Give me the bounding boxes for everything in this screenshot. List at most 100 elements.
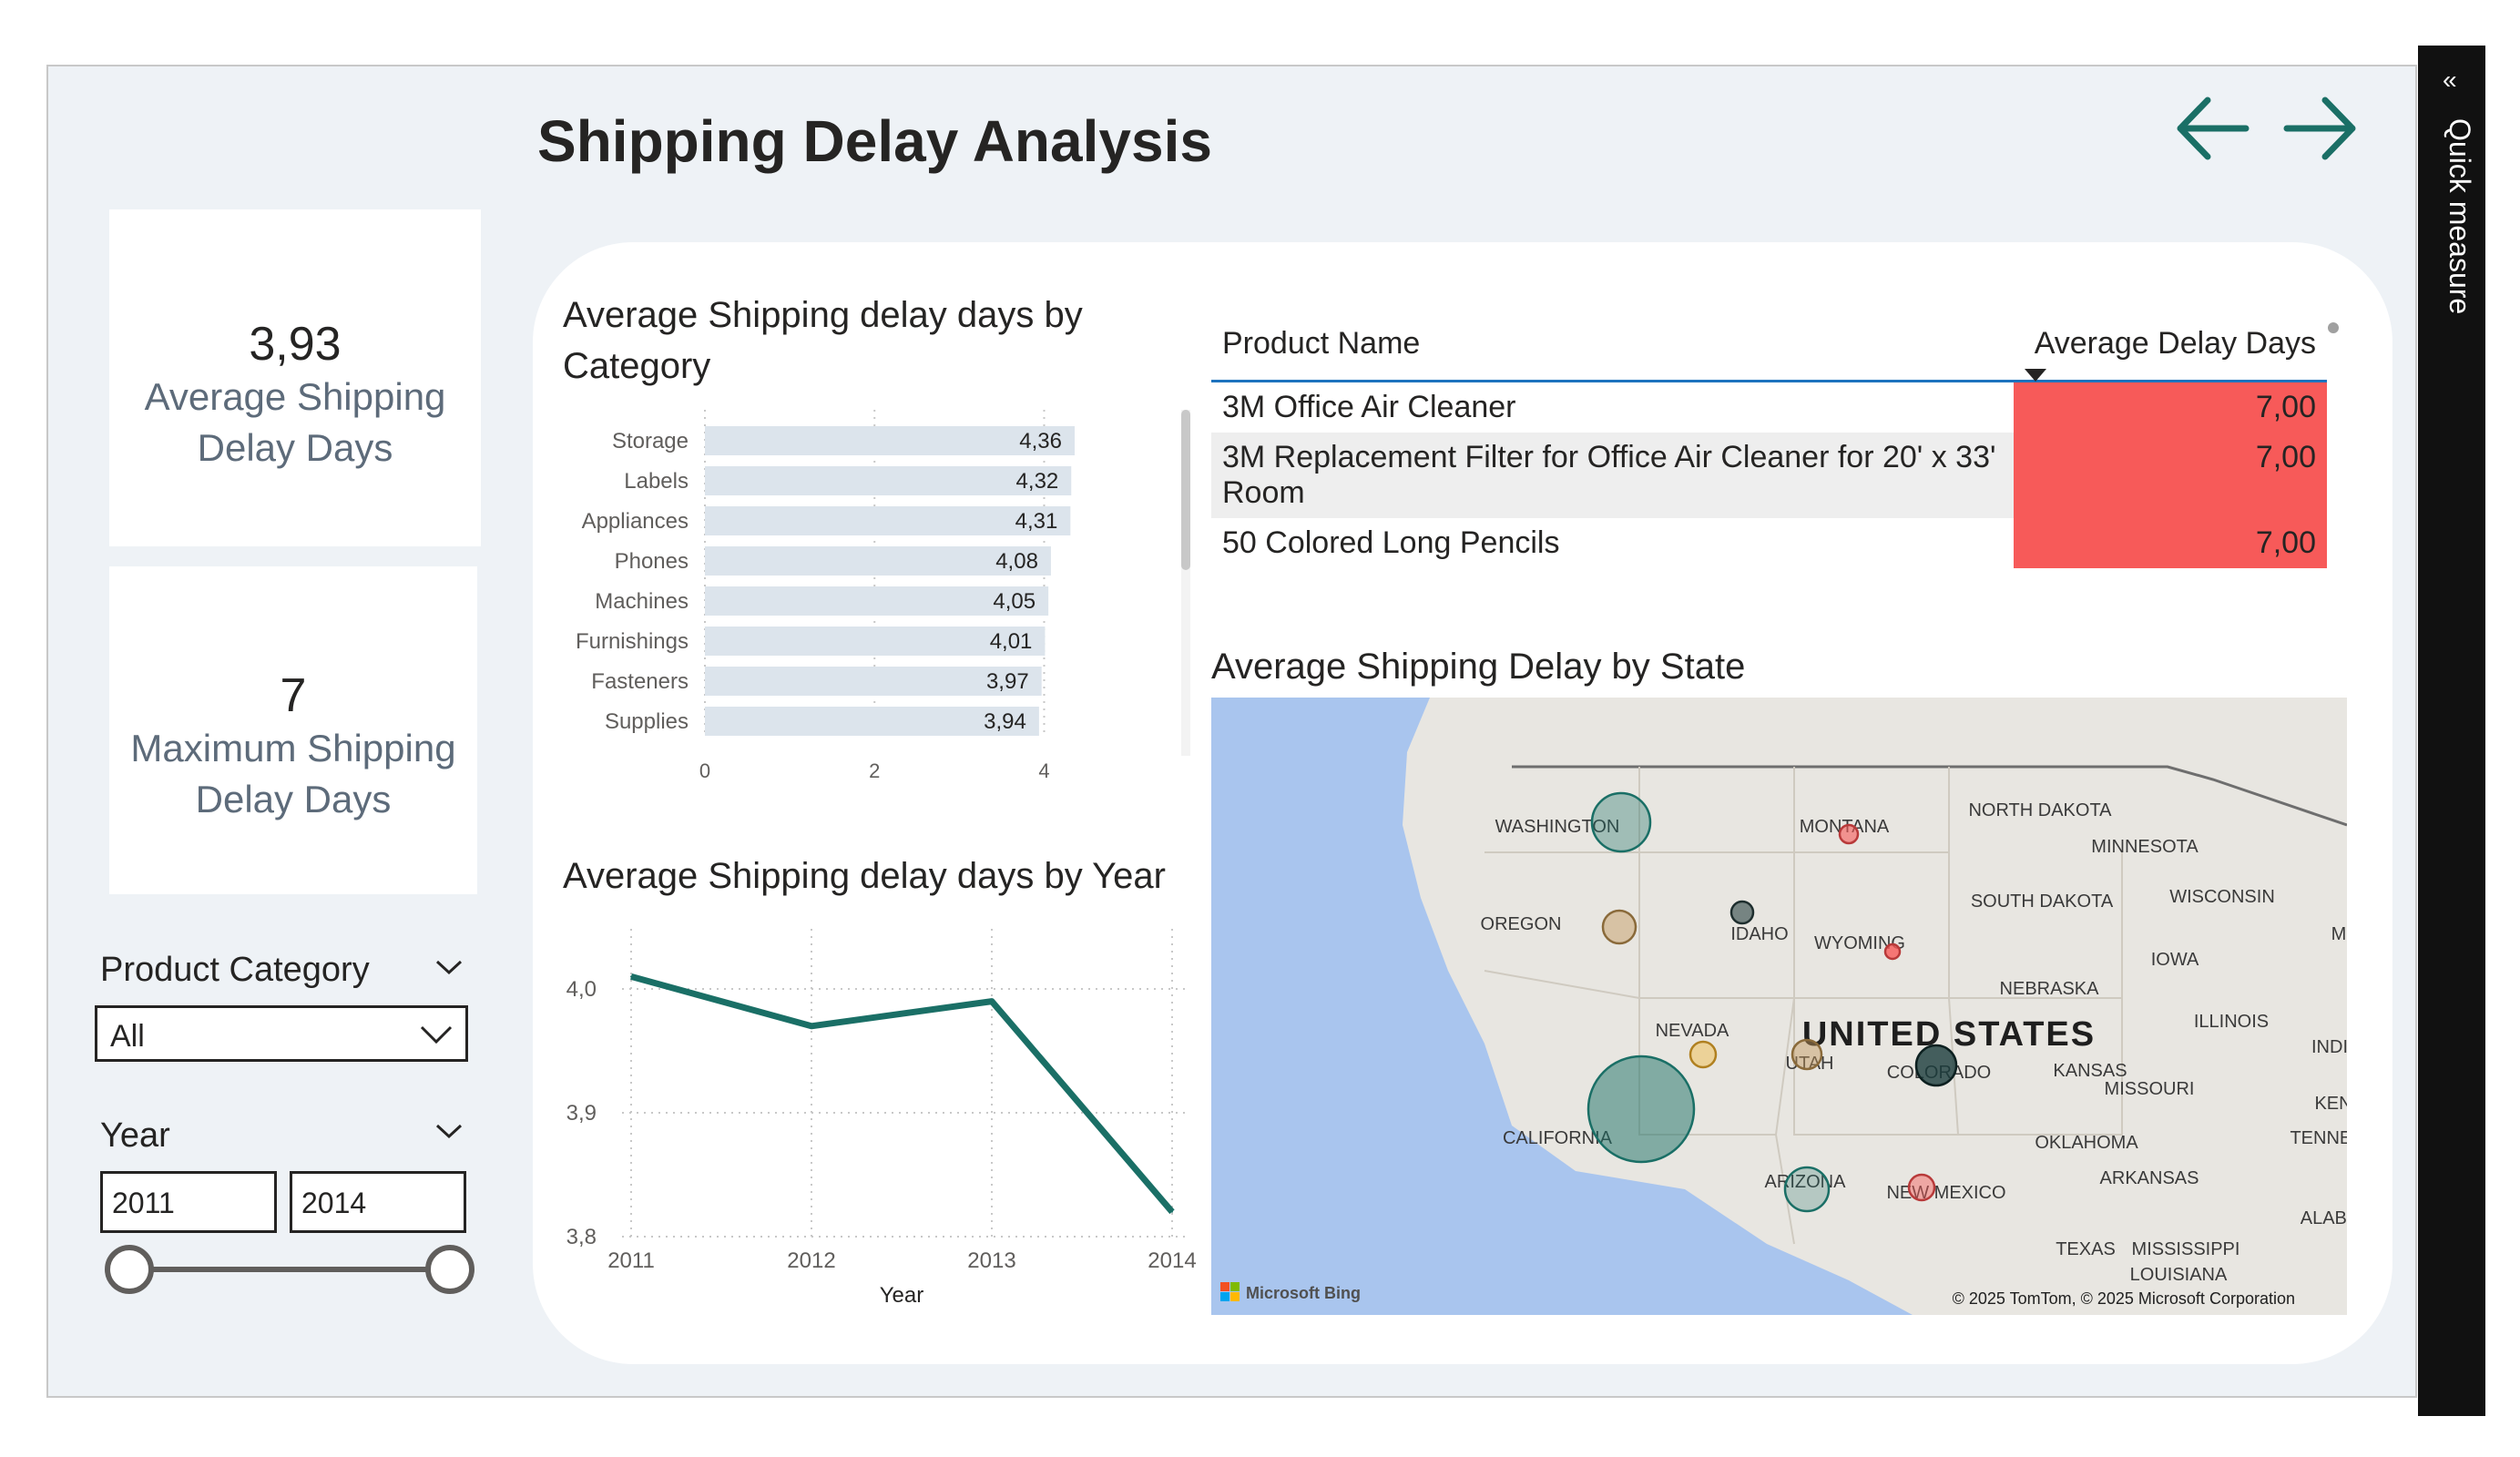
map-state-label: WISCONSIN xyxy=(2169,887,2275,907)
arrow-right-icon[interactable] xyxy=(2281,89,2360,168)
line-x-tick: 2011 xyxy=(607,1248,655,1273)
table-row[interactable]: 50 Colored Long Pencils 7,00 xyxy=(1211,518,2327,568)
map-bubble xyxy=(1601,909,1637,945)
max-delay-label: Maximum Shipping Delay Days xyxy=(130,727,456,820)
map-bubble xyxy=(1590,791,1652,853)
map-title: Average Shipping Delay by State xyxy=(1211,647,1746,687)
map-state-label: TEXAS xyxy=(2056,1239,2116,1259)
map-bubble xyxy=(1586,1055,1696,1164)
bar-value-label: 4,36 xyxy=(1019,429,1062,453)
scrollbar-thumb[interactable] xyxy=(1181,410,1190,570)
column-header-product[interactable]: Product Name xyxy=(1211,313,2014,382)
map-state-label: MISSISSIPPI xyxy=(2132,1239,2240,1259)
map-state-label: OKLAHOMA xyxy=(2035,1133,2138,1153)
map-bubble xyxy=(1883,942,1902,961)
column-header-delay[interactable]: Average Delay Days xyxy=(2014,313,2327,382)
year-from-input[interactable]: 2011 xyxy=(100,1171,277,1233)
year-range-slider[interactable] xyxy=(100,1242,483,1297)
line-y-tick: 4,0 xyxy=(566,977,597,1002)
map-state-label: SOUTH DAKOTA xyxy=(1971,892,2114,912)
bar-chart-scrollbar[interactable] xyxy=(1181,410,1190,756)
table-row[interactable]: 3M Replacement Filter for Office Air Cle… xyxy=(1211,433,2327,518)
bar-value-label: 4,31 xyxy=(1015,509,1058,534)
chevron-left-icon[interactable]: « xyxy=(2443,66,2457,95)
line-x-tick: 2014 xyxy=(1148,1248,1196,1273)
map-bubble xyxy=(1838,823,1860,845)
product-name-cell: 50 Colored Long Pencils xyxy=(1222,525,1560,560)
bar-x-tick: 4 xyxy=(1038,759,1049,782)
line-point xyxy=(811,1024,812,1027)
avg-delay-label: Average Shipping Delay Days xyxy=(144,375,446,469)
chevron-down-icon xyxy=(420,1025,453,1044)
arrow-left-icon[interactable] xyxy=(2173,89,2251,168)
line-series xyxy=(630,973,1175,1215)
map-bubble xyxy=(1783,1166,1831,1213)
bing-logo-icon xyxy=(1220,1282,1229,1291)
bar-x-tick: 0 xyxy=(699,759,710,782)
product-name-cell: 3M Office Air Cleaner xyxy=(1222,390,1516,424)
map-state-label: MINNESOTA xyxy=(2091,837,2199,857)
bing-logo-icon xyxy=(1220,1292,1229,1301)
product-delay-table: Product Name Average Delay Days 3M Offic… xyxy=(1211,313,2327,568)
map-state-label: NORTH DAKOTA xyxy=(1968,800,2112,820)
map-state-label: M xyxy=(2331,924,2347,944)
map-state-label: KANSAS xyxy=(2053,1061,2127,1081)
bar-x-tick: 2 xyxy=(869,759,880,782)
map-state-label: ARKANSAS xyxy=(2100,1168,2199,1188)
map-state-label: TENNES xyxy=(2290,1128,2347,1148)
delay-value-cell: 7,00 xyxy=(2014,518,2327,568)
bar-chart-title: Average Shipping delay days by Category xyxy=(563,295,1083,386)
bar-value-label: 3,97 xyxy=(986,669,1029,694)
line-point xyxy=(991,1000,993,1003)
map-bubble xyxy=(1689,1040,1718,1069)
bar-category-label: Labels xyxy=(624,469,689,494)
quick-measure-label: Quick measure xyxy=(2443,118,2476,315)
bar-value-label: 4,01 xyxy=(990,629,1033,654)
bar-category-label: Supplies xyxy=(605,709,689,734)
bar-value-label: 4,08 xyxy=(995,549,1038,574)
map-bubble xyxy=(1791,1038,1823,1071)
map-attribution: © 2025 TomTom, © 2025 Microsoft Corporat… xyxy=(1953,1289,2295,1308)
bing-logo-icon xyxy=(1230,1292,1240,1301)
category-dropdown[interactable]: All xyxy=(95,1005,468,1062)
map-state-label: NEBRASKA xyxy=(2000,979,2100,999)
product-name-cell: 3M Replacement Filter for Office Air Cle… xyxy=(1211,433,2014,518)
map-state-label: KEN xyxy=(2314,1094,2347,1114)
map-logo-text: Microsoft Bing xyxy=(1246,1284,1361,1302)
year-to-input[interactable]: 2014 xyxy=(290,1171,466,1233)
chevron-down-icon[interactable] xyxy=(435,1122,463,1140)
bar-value-label: 3,94 xyxy=(984,709,1026,734)
map-state-label: IOWA xyxy=(2151,950,2199,970)
chevron-down-icon[interactable] xyxy=(435,958,463,976)
category-slicer-title: Product Category xyxy=(100,951,370,989)
avg-delay-value: 3,93 xyxy=(249,318,342,371)
slider-handle-end xyxy=(425,1245,474,1294)
line-y-tick: 3,8 xyxy=(566,1225,597,1249)
bar-category-label: Fasteners xyxy=(591,669,689,694)
line-y-tick: 3,9 xyxy=(566,1101,597,1126)
map-country-label: UNITED STATES xyxy=(1802,1015,2096,1054)
map-state-label: ALABA xyxy=(2301,1208,2347,1228)
sort-descending-icon xyxy=(2025,369,2046,382)
table-scroll-indicator[interactable] xyxy=(2328,322,2339,333)
state-delay-map[interactable]: WASHINGTONMONTANANORTH DAKOTAMINNESOTAOR… xyxy=(1211,698,2347,1315)
map-bubble xyxy=(1729,900,1755,925)
map-state-label: NEW MEXICO xyxy=(1886,1183,2005,1203)
bar-category-label: Machines xyxy=(595,589,689,614)
map-state-label: INDI xyxy=(2311,1037,2347,1057)
max-delay-card: 7 Maximum Shipping Delay Days xyxy=(109,566,477,894)
bar-category-label: Appliances xyxy=(582,509,689,534)
avg-delay-card: 3,93 Average Shipping Delay Days xyxy=(109,209,481,546)
map-bubble xyxy=(1907,1173,1936,1202)
max-delay-value: 7 xyxy=(280,669,307,722)
bar-category-label: Phones xyxy=(615,549,689,574)
delay-value-cell: 7,00 xyxy=(2014,433,2327,518)
table-row[interactable]: 3M Office Air Cleaner 7,00 xyxy=(1211,381,2327,433)
line-x-tick: 2012 xyxy=(787,1248,835,1273)
line-chart-title: Average Shipping delay days by Year xyxy=(563,856,1166,896)
map-canvas[interactable]: WASHINGTONMONTANANORTH DAKOTAMINNESOTAOR… xyxy=(1211,698,2347,1315)
map-state-label: NEVADA xyxy=(1656,1021,1729,1041)
category-bar-chart: 0 2 4 Storage 4,36 Labels 4,32 Appliances 4,31 Ph… xyxy=(576,410,1075,782)
map-state-label: ILLINOIS xyxy=(2194,1012,2269,1032)
map-state-label: IDAHO xyxy=(1730,924,1788,944)
